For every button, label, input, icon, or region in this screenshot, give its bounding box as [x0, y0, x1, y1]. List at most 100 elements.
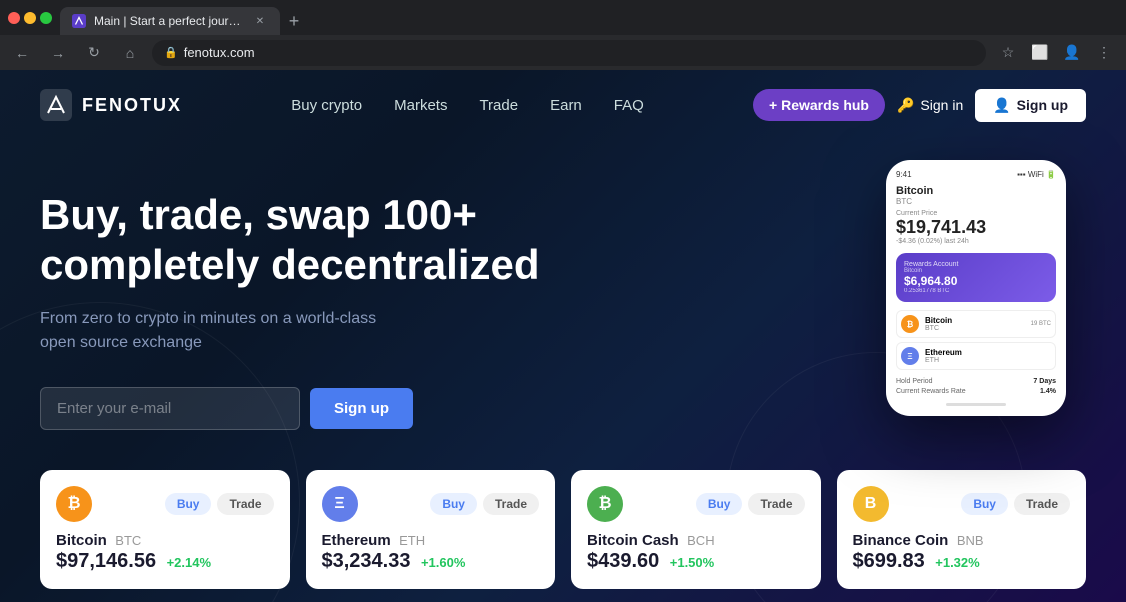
bnb-buy-button[interactable]: Buy — [961, 493, 1008, 515]
nav-faq[interactable]: FAQ — [614, 97, 644, 114]
eth-trade-button[interactable]: Trade — [483, 493, 539, 515]
bnb-coin-symbol: BNB — [957, 533, 984, 548]
url-text: fenotux.com — [184, 45, 974, 60]
phone-assets: ₿ Bitcoin BTC 19 BTC Ξ Ethereum ETH — [896, 310, 1056, 370]
signin-label: Sign in — [920, 97, 963, 113]
reload-button[interactable]: ↻ — [80, 39, 108, 67]
forward-button[interactable]: → — [44, 39, 72, 67]
btc-trade-button[interactable]: Trade — [217, 493, 273, 515]
extensions-button[interactable]: ⬜ — [1026, 39, 1054, 67]
phone-mockup-area: 9:41 ▪▪▪ WiFi 🔋 Bitcoin BTC Current Pric… — [706, 170, 1086, 450]
btc-asset-ticker: BTC — [925, 325, 1025, 332]
card-header-bch: ₿ Buy Trade — [587, 486, 805, 522]
hold-period-value: 7 Days — [1033, 378, 1056, 385]
eth-buy-button[interactable]: Buy — [430, 493, 477, 515]
minimize-window-button[interactable] — [24, 12, 36, 24]
back-button[interactable]: ← — [8, 39, 36, 67]
btc-coin-name-row: Bitcoin BTC — [56, 532, 274, 550]
btc-coin-symbol: BTC — [115, 533, 141, 548]
eth-card-actions: Buy Trade — [430, 493, 539, 515]
phone-btc-asset: ₿ Bitcoin BTC 19 BTC — [896, 310, 1056, 338]
btc-asset-name: Bitcoin — [925, 316, 1025, 325]
nav-markets[interactable]: Markets — [394, 97, 447, 114]
browser-chrome: Main | Start a perfect journey ✕ + ← → ↻… — [0, 0, 1126, 70]
tab-favicon-icon — [72, 14, 86, 28]
nav-buy-crypto[interactable]: Buy crypto — [291, 97, 362, 114]
phone-price: $19,741.43 — [896, 217, 1056, 238]
bnb-coin-icon: B — [853, 486, 889, 522]
eth-asset-ticker: ETH — [925, 357, 1051, 364]
phone-rewards-label: Rewards Account — [904, 261, 1048, 268]
eth-coin-name: Ethereum — [322, 532, 391, 549]
browser-toolbar: ← → ↻ ⌂ 🔒 fenotux.com ☆ ⬜ 👤 ⋮ — [0, 35, 1126, 70]
eth-coin-name-row: Ethereum ETH — [322, 532, 540, 550]
new-tab-button[interactable]: + — [280, 7, 308, 35]
close-window-button[interactable] — [8, 12, 20, 24]
btc-coin-name: Bitcoin — [56, 532, 107, 549]
phone-status-bar: 9:41 ▪▪▪ WiFi 🔋 — [896, 170, 1056, 179]
nav-actions: + Rewards hub 🔑 Sign in 👤 Sign up — [753, 89, 1086, 122]
eth-coin-change: +1.60% — [421, 555, 465, 570]
logo[interactable]: FENOTUX — [40, 89, 182, 121]
bch-price-row: $439.60 +1.50% — [587, 550, 805, 573]
hero-section: Buy, trade, swap 100+ completely decentr… — [0, 140, 1126, 450]
address-bar[interactable]: 🔒 fenotux.com — [152, 40, 986, 66]
maximize-window-button[interactable] — [40, 12, 52, 24]
phone-coin-name: Bitcoin — [896, 185, 1056, 197]
eth-asset-info: Ethereum ETH — [925, 348, 1051, 364]
btc-coin-change: +2.14% — [167, 555, 211, 570]
eth-coin-icon: Ξ — [322, 486, 358, 522]
bookmark-button[interactable]: ☆ — [994, 39, 1022, 67]
btc-coin-price: $97,146.56 — [56, 550, 156, 572]
bch-trade-button[interactable]: Trade — [748, 493, 804, 515]
hero-signup-button[interactable]: Sign up — [310, 388, 413, 429]
menu-button[interactable]: ⋮ — [1090, 39, 1118, 67]
email-input[interactable] — [40, 387, 300, 430]
hero-subtitle: From zero to crypto in minutes on a worl… — [40, 307, 380, 355]
phone-price-label: Current Price — [896, 210, 1056, 217]
phone-rewards-amount: $6,964.80 — [904, 274, 1048, 288]
phone-rewards-address: 0.25361778 BTC — [904, 288, 1048, 294]
home-button[interactable]: ⌂ — [116, 39, 144, 67]
hero-content: Buy, trade, swap 100+ completely decentr… — [40, 170, 706, 430]
crypto-cards-list: ₿ Buy Trade Bitcoin BTC $97,146.56 +2.14… — [40, 470, 1086, 589]
btc-card-actions: Buy Trade — [165, 493, 274, 515]
user-icon: 👤 — [993, 97, 1010, 114]
bch-coin-symbol: BCH — [687, 533, 714, 548]
bch-buy-button[interactable]: Buy — [696, 493, 743, 515]
rewards-rate-value: 1.4% — [1040, 388, 1056, 395]
hero-form: Sign up — [40, 387, 706, 430]
card-header-bnb: B Buy Trade — [853, 486, 1071, 522]
eth-coin-symbol: ETH — [399, 533, 425, 548]
rewards-hub-button[interactable]: + Rewards hub — [753, 89, 885, 121]
tab-bar: Main | Start a perfect journey ✕ + — [52, 0, 316, 35]
phone-time: 9:41 — [896, 170, 912, 179]
signin-button[interactable]: 🔑 Sign in — [897, 97, 963, 114]
window-controls — [8, 12, 52, 24]
bnb-trade-button[interactable]: Trade — [1014, 493, 1070, 515]
rewards-rate-row: Current Rewards Rate 1.4% — [896, 388, 1056, 395]
signup-label: Sign up — [1017, 97, 1068, 113]
bnb-coin-name-row: Binance Coin BNB — [853, 532, 1071, 550]
bch-coin-icon: ₿ — [587, 486, 623, 522]
navbar: FENOTUX Buy crypto Markets Trade Earn FA… — [0, 70, 1126, 140]
phone-coin-ticker: BTC — [896, 197, 1056, 206]
nav-earn[interactable]: Earn — [550, 97, 582, 114]
btc-price-row: $97,146.56 +2.14% — [56, 550, 274, 573]
eth-asset-icon: Ξ — [901, 347, 919, 365]
signup-button[interactable]: 👤 Sign up — [975, 89, 1086, 122]
profile-button[interactable]: 👤 — [1058, 39, 1086, 67]
bch-card-actions: Buy Trade — [696, 493, 805, 515]
active-tab[interactable]: Main | Start a perfect journey ✕ — [60, 7, 280, 35]
phone-price-change: -$4.36 (0.02%) last 24h — [896, 238, 1056, 245]
bnb-coin-name: Binance Coin — [853, 532, 949, 549]
phone-signal: ▪▪▪ WiFi 🔋 — [1017, 170, 1056, 179]
btc-buy-button[interactable]: Buy — [165, 493, 212, 515]
nav-trade[interactable]: Trade — [479, 97, 518, 114]
btc-asset-info: Bitcoin BTC — [925, 316, 1025, 332]
phone-rewards-card: Rewards Account Bitcoin $6,964.80 0.2536… — [896, 253, 1056, 302]
eth-coin-price: $3,234.33 — [322, 550, 411, 572]
tab-close-button[interactable]: ✕ — [252, 13, 268, 29]
btc-asset-amount: 19 BTC — [1031, 321, 1051, 327]
crypto-card-bnb: B Buy Trade Binance Coin BNB $699.83 +1.… — [837, 470, 1087, 589]
